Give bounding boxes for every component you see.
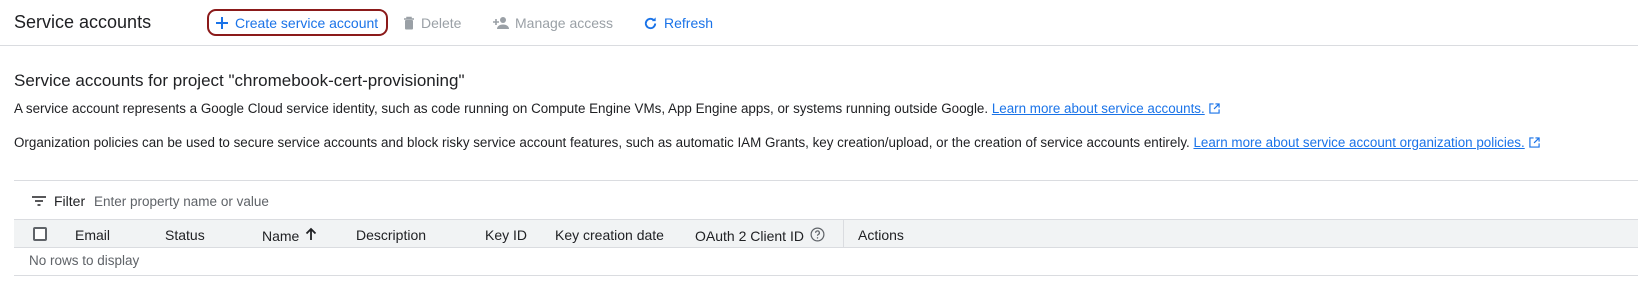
- toolbar: Service accounts Create service account …: [0, 0, 1638, 46]
- person-add-icon: [493, 16, 509, 30]
- manage-access-button[interactable]: Manage access: [493, 10, 613, 36]
- org-policies-text: Organization policies can be used to sec…: [14, 135, 1194, 150]
- column-description[interactable]: Description: [356, 227, 426, 243]
- column-status[interactable]: Status: [165, 227, 205, 243]
- plus-icon: [215, 16, 229, 30]
- column-divider: [843, 220, 844, 248]
- org-policies-description: Organization policies can be used to sec…: [14, 135, 1540, 151]
- trash-icon: [403, 16, 415, 30]
- learn-more-service-accounts-link[interactable]: Learn more about service accounts.: [992, 101, 1205, 116]
- column-key-id[interactable]: Key ID: [485, 227, 527, 243]
- help-circle-icon[interactable]: [810, 227, 825, 245]
- filter-input[interactable]: [94, 190, 594, 212]
- service-account-description: A service account represents a Google Cl…: [14, 101, 1220, 117]
- filter-label: Filter: [54, 193, 86, 209]
- table-header: Email Status Name Description Key ID Key…: [14, 219, 1638, 248]
- external-link-icon: [1529, 136, 1540, 151]
- filter-button[interactable]: Filter: [32, 193, 85, 209]
- column-actions: Actions: [858, 227, 904, 243]
- filter-icon: [32, 193, 46, 209]
- page-title: Service accounts: [14, 12, 152, 32]
- refresh-button[interactable]: Refresh: [643, 10, 713, 36]
- section-title: Service accounts for project "chromebook…: [14, 71, 465, 90]
- table-empty-row: No rows to display: [14, 248, 1638, 276]
- select-all-checkbox[interactable]: [33, 227, 47, 241]
- column-oauth2-client-id[interactable]: OAuth 2 Client ID: [695, 227, 825, 245]
- manage-access-label: Manage access: [515, 15, 614, 31]
- refresh-label: Refresh: [664, 15, 714, 31]
- create-service-account-label: Create service account: [235, 14, 379, 31]
- create-service-account-button[interactable]: Create service account: [207, 9, 389, 36]
- empty-message: No rows to display: [29, 253, 140, 268]
- refresh-icon: [643, 16, 658, 31]
- arrow-up-icon: [305, 227, 317, 244]
- delete-label: Delete: [421, 15, 462, 31]
- learn-more-org-policies-link[interactable]: Learn more about service account organiz…: [1193, 135, 1524, 150]
- delete-button[interactable]: Delete: [403, 10, 461, 36]
- column-email[interactable]: Email: [75, 227, 110, 243]
- filter-bar: Filter: [14, 180, 1638, 219]
- description-text: A service account represents a Google Cl…: [14, 101, 992, 116]
- column-name[interactable]: Name: [262, 227, 317, 244]
- external-link-icon: [1209, 102, 1220, 117]
- column-key-creation-date[interactable]: Key creation date: [555, 227, 664, 243]
